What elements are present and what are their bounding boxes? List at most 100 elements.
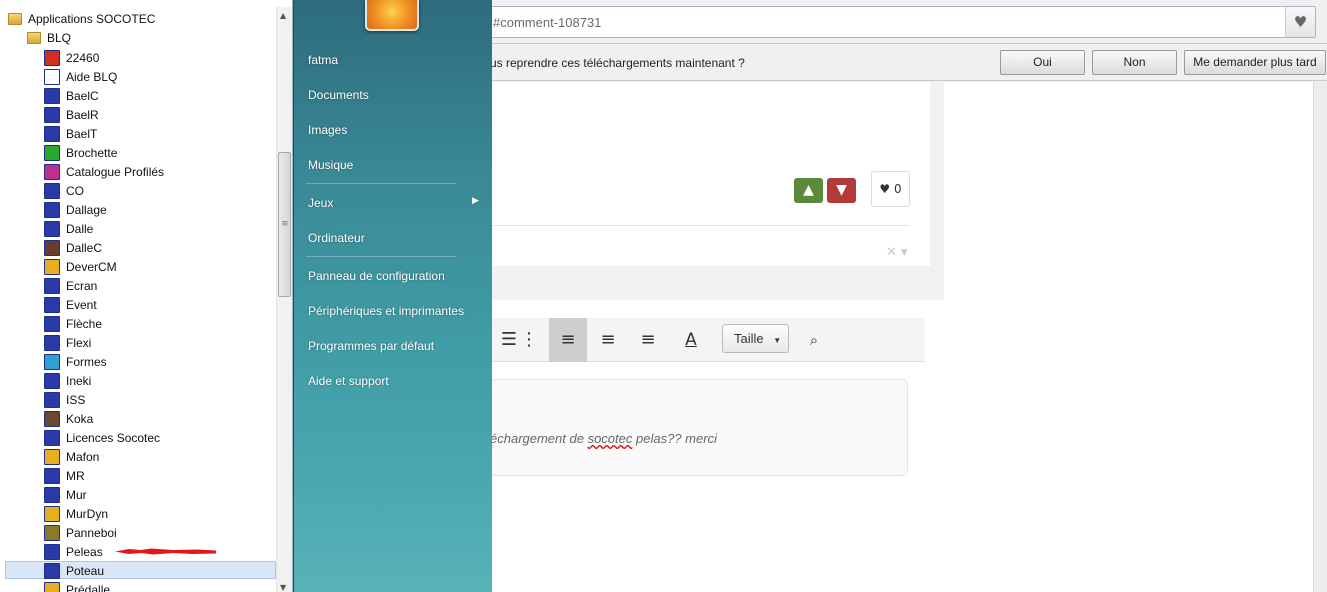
start-item-games[interactable]: Jeux [308,196,483,210]
arrow-down-icon[interactable]: ▼ [827,178,856,203]
program-item[interactable]: Flèche [44,314,276,333]
start-item-control-panel[interactable]: Panneau de configuration [308,269,483,283]
program-label: Licences Socotec [66,430,161,445]
program-icon [44,239,60,256]
arrow-shape [115,548,216,555]
program-icon [44,258,60,275]
program-item[interactable]: Prédalle [44,580,276,592]
program-item[interactable]: BaelR [44,105,276,124]
program-item[interactable]: Catalogue Profilés [44,162,276,181]
yes-button[interactable]: Oui [1000,50,1085,75]
editor-text-prefix: échargement de [490,431,588,446]
program-label: Dalle [66,221,94,236]
folder-applications-socotec[interactable]: Applications SOCOTEC [28,12,155,26]
program-label: DeverCM [66,259,117,274]
grip-icon: ≡ [281,219,289,229]
program-icon [44,486,60,503]
arrow-up-icon[interactable]: ▲ [794,178,823,203]
program-item[interactable]: MurDyn [44,504,276,523]
start-item-user[interactable]: fatma [308,53,483,67]
program-item[interactable]: BaelC [44,86,276,105]
editor-textarea[interactable] [490,379,908,476]
program-icon [44,125,60,142]
divider [490,225,910,226]
heart-icon: ♥ [879,182,891,196]
program-label: MurDyn [66,506,109,521]
align-right-icon[interactable]: ≡ [629,318,667,362]
start-item-devices-printers[interactable]: Périphériques et imprimantes [308,304,483,318]
program-item[interactable]: MR [44,466,276,485]
start-menu-programs-pane: Applications SOCOTEC BLQ 22460 Aide BLQ Ba… [0,0,293,592]
start-item-default-programs[interactable]: Programmes par défaut [308,339,483,353]
start-item-computer[interactable]: Ordinateur [308,231,483,245]
program-label: Prédalle [66,582,111,592]
chevron-down-icon: ▼ [773,336,782,345]
program-label: 22460 [66,50,100,65]
program-item[interactable]: Flexi [44,333,276,352]
program-icon [44,334,60,351]
editor-text-misspelled: socotec [587,431,633,446]
start-item-documents[interactable]: Documents [308,88,483,102]
program-label: Ecran [66,278,98,293]
program-item[interactable]: 22460 [44,48,276,67]
address-bar[interactable]: #comment-108731 ♥ [470,6,1316,38]
chevron-right-icon: ▶ [472,196,479,206]
program-item[interactable]: Aide BLQ [44,67,276,86]
program-item[interactable]: DeverCM [44,257,276,276]
size-select[interactable]: Taille ▼ [722,324,789,353]
program-label: Ineki [66,373,92,388]
program-item[interactable]: Dalle [44,219,276,238]
program-icon [44,144,60,161]
program-icon [44,353,60,370]
program-icon [44,296,60,313]
start-item-music[interactable]: Musique [308,158,483,172]
program-item[interactable]: Panneboi [44,523,276,542]
preview-icon[interactable]: ⌕ [795,318,833,362]
scroll-down-icon[interactable]: ▼ [280,583,286,592]
program-item[interactable]: Poteau [44,561,276,580]
program-icon [44,410,60,427]
folder-blq[interactable]: BLQ [47,31,71,45]
program-label: Mafon [66,449,100,464]
tree-scrollbar[interactable] [276,7,292,592]
no-button[interactable]: Non [1092,50,1177,75]
program-item[interactable]: DalleC [44,238,276,257]
scroll-up-icon[interactable]: ▲ [280,11,286,20]
program-label: CO [66,183,84,198]
program-icon [44,448,60,465]
start-item-images[interactable]: Images [308,123,483,137]
program-item[interactable]: CO [44,181,276,200]
numbered-list-icon[interactable]: ⋮ [510,318,548,362]
text-color-icon[interactable]: A [672,318,710,362]
program-icon [44,581,60,592]
program-label: Panneboi [66,525,117,540]
program-item[interactable]: Dallage [44,200,276,219]
program-label: BaelT [66,126,98,141]
address-url[interactable]: #comment-108731 [493,15,601,30]
program-item[interactable]: Koka [44,409,276,428]
program-item[interactable]: Brochette [44,143,276,162]
ask-later-button[interactable]: Me demander plus tard [1184,50,1326,75]
program-item[interactable]: ISS [44,390,276,409]
like-button[interactable]: ♥ 0 [871,171,910,207]
align-left-icon[interactable]: ≡ [549,318,587,362]
close-icon[interactable]: ✕ ▾ [886,245,908,260]
program-item[interactable]: Licences Socotec [44,428,276,447]
program-item[interactable]: Mafon [44,447,276,466]
menu-separator [306,256,456,257]
program-icon [44,49,60,66]
program-item[interactable]: Ineki [44,371,276,390]
program-item[interactable]: Formes [44,352,276,371]
program-icon [44,524,60,541]
program-item[interactable]: BaelT [44,124,276,143]
user-picture[interactable] [365,0,419,31]
program-item[interactable]: Mur [44,485,276,504]
align-center-icon[interactable]: ≡ [589,318,627,362]
program-item[interactable]: Ecran [44,276,276,295]
heart-icon[interactable]: ♥ [1285,7,1315,37]
editor-content[interactable]: échargement de socotec pelas?? merci [490,431,717,446]
program-icon [44,106,60,123]
page-scrollbar[interactable] [1313,82,1327,592]
program-item[interactable]: Event [44,295,276,314]
start-item-help-support[interactable]: Aide et support [308,374,483,388]
